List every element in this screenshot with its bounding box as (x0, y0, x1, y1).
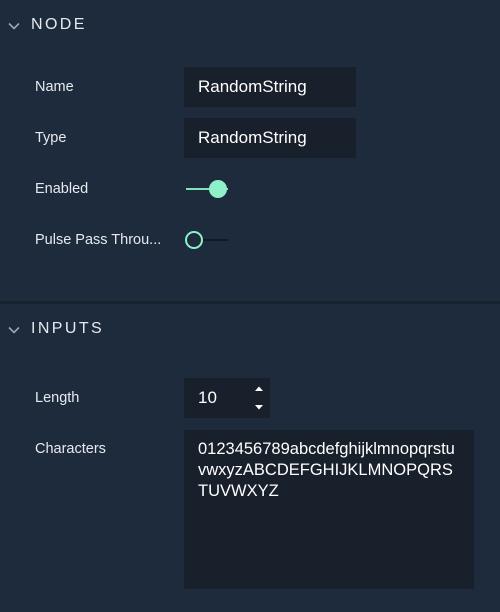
length-input[interactable] (184, 378, 248, 418)
node-section-title: NODE (31, 16, 87, 33)
length-stepper (184, 378, 270, 418)
pulse-toggle-knob (185, 231, 203, 249)
enabled-toggle-knob (209, 180, 227, 198)
type-label: Type (35, 130, 67, 146)
inputs-section-title: INPUTS (31, 320, 105, 337)
caret-down-icon[interactable] (250, 398, 268, 416)
caret-up-icon[interactable] (250, 380, 268, 398)
type-field[interactable] (184, 118, 356, 158)
enabled-label: Enabled (35, 181, 89, 197)
characters-textarea[interactable]: 0123456789abcdefghijklmnopqrstuvwxyzABCD… (184, 430, 474, 589)
node-section: NODE Name Type Enabled Pulse Pass Throu.… (0, 0, 500, 301)
name-label: Name (35, 79, 74, 95)
name-field[interactable] (184, 67, 356, 107)
chevron-down-icon (8, 22, 20, 30)
enabled-toggle[interactable] (184, 178, 230, 200)
pulse-pass-through-toggle[interactable] (184, 229, 230, 251)
pulse-pass-through-label: Pulse Pass Throu... (35, 232, 162, 248)
characters-label: Characters (35, 441, 106, 457)
chevron-down-icon (8, 326, 20, 334)
node-section-header[interactable]: NODE (0, 0, 500, 52)
length-label: Length (35, 390, 80, 406)
inputs-section-header[interactable]: INPUTS (0, 304, 500, 356)
